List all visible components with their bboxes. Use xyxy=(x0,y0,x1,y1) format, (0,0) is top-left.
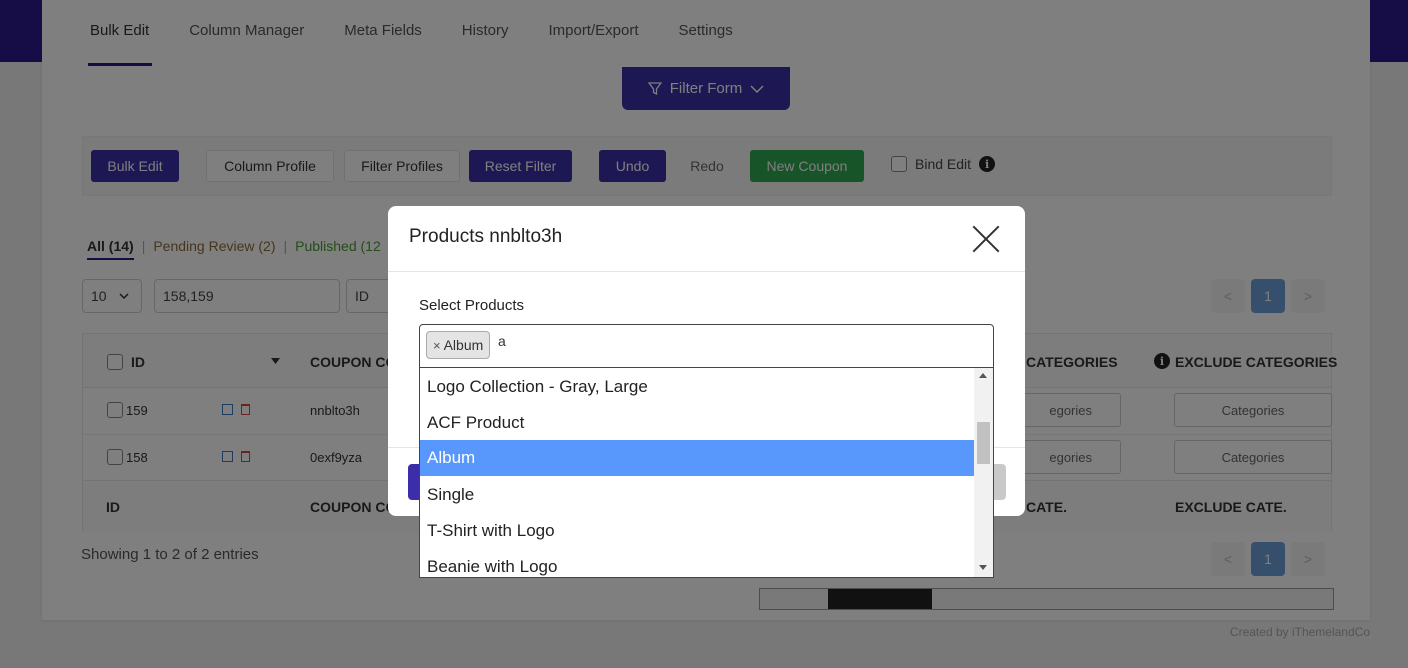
dropdown-option[interactable]: Logo Collection - Gray, Large xyxy=(420,369,975,405)
modal-title: Products nnblto3h xyxy=(409,226,563,247)
select-products-label: Select Products xyxy=(419,297,525,314)
scroll-down-icon[interactable] xyxy=(979,565,987,570)
remove-tag-icon[interactable]: × xyxy=(433,338,441,353)
products-select[interactable]: × Album a xyxy=(419,324,994,368)
selected-product-tag: × Album xyxy=(426,331,491,359)
scroll-up-icon[interactable] xyxy=(979,373,987,378)
close-icon[interactable] xyxy=(971,224,1001,254)
dropdown-scroll-thumb[interactable] xyxy=(977,422,990,464)
dropdown-option[interactable]: T-Shirt with Logo xyxy=(420,513,975,549)
modal-header: Products nnblto3h xyxy=(388,206,1025,272)
dropdown-scrollbar[interactable] xyxy=(974,368,993,577)
selected-product-label: Album xyxy=(443,337,484,353)
dropdown-option[interactable]: Beanie with Logo xyxy=(420,549,975,577)
dropdown-option[interactable]: ACF Product xyxy=(420,405,975,441)
products-dropdown: Logo Collection - Gray, Large ACF Produc… xyxy=(419,368,994,578)
dropdown-option-highlighted[interactable]: Album xyxy=(420,440,975,476)
products-search-input[interactable]: a xyxy=(498,333,506,349)
dropdown-option[interactable]: Single xyxy=(420,477,975,513)
